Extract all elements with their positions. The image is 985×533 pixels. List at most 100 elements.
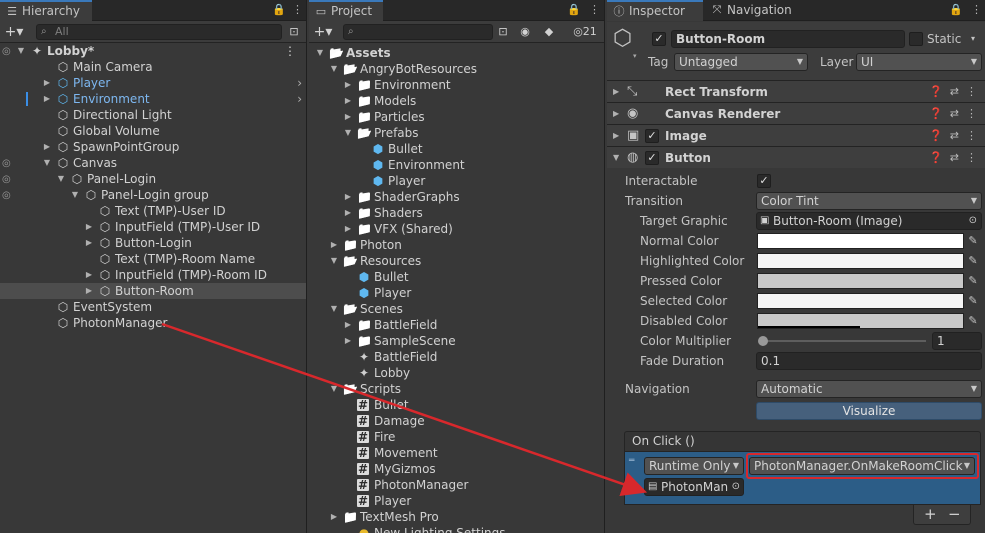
color-multiplier-field[interactable]: 1 (932, 332, 982, 350)
hierarchy-item[interactable]: ▼ ⬡ Panel-Login (0, 171, 306, 187)
collapsed-arrow-icon[interactable]: ▶ (343, 109, 353, 125)
collapsed-arrow-icon[interactable]: ▶ (343, 93, 353, 109)
hierarchy-item[interactable]: ▼ ⬡ Panel-Login group (0, 187, 306, 203)
hierarchy-item[interactable]: ⬡ Global Volume (0, 123, 306, 139)
expanded-arrow-icon[interactable]: ▼ (315, 45, 325, 61)
project-item[interactable]: ▶ 📁 BattleField (309, 317, 604, 333)
component-controls[interactable]: ❓ ⇄ ⋮ (929, 103, 977, 125)
visibility-icon[interactable]: ◎ (2, 45, 11, 59)
collapsed-arrow-icon[interactable]: ▶ (343, 205, 353, 221)
eyedropper-icon[interactable]: ✎ (965, 273, 981, 289)
expanded-arrow-icon[interactable]: ▼ (16, 43, 26, 59)
project-item[interactable]: # Movement (309, 445, 604, 461)
icon-dropdown-icon[interactable]: ▾ (633, 52, 637, 60)
tag-dropdown[interactable]: Untagged ▼ (674, 53, 808, 71)
expanded-arrow-icon[interactable]: ▼ (329, 253, 339, 269)
collapsed-arrow-icon[interactable]: ▶ (329, 509, 339, 525)
create-plus-button[interactable]: +▾ (2, 23, 26, 41)
project-item[interactable]: ✦ Lobby (309, 365, 604, 381)
expanded-arrow-icon[interactable]: ▼ (70, 187, 80, 203)
project-item[interactable]: # Player (309, 493, 604, 509)
collapsed-arrow-icon[interactable]: ▶ (84, 267, 94, 283)
visibility-icon[interactable]: ◎ (2, 189, 11, 203)
project-item[interactable]: ▼ 📂 Scripts (309, 381, 604, 397)
target-object-field[interactable]: ▤ PhotonMan ⊙ (644, 478, 744, 496)
drag-handle-icon[interactable]: ═ (629, 456, 634, 466)
project-item[interactable]: ▶ 📁 TextMesh Pro (309, 509, 604, 525)
collapsed-arrow-icon[interactable]: ▶ (343, 189, 353, 205)
component-button[interactable]: ▼ ◍ ✓ Button ❓ ⇄ ⋮ (607, 146, 985, 168)
project-item[interactable]: ✦ BattleField (309, 349, 604, 365)
component-canvas-renderer[interactable]: ▶ ◉ Canvas Renderer ❓ ⇄ ⋮ (607, 102, 985, 124)
project-item[interactable]: ▶ 📁 Shaders (309, 205, 604, 221)
tab-hierarchy[interactable]: ☰ Hierarchy (0, 0, 92, 21)
component-rect-transform[interactable]: ▶ ⤡ Rect Transform ❓ ⇄ ⋮ (607, 80, 985, 102)
hierarchy-item[interactable]: ▶ ⬡ SpawnPointGroup (0, 139, 306, 155)
object-picker-icon[interactable]: ⊙ (969, 213, 977, 229)
hierarchy-item[interactable]: ▶ ⬡ Environment › (0, 91, 306, 107)
collapse-arrow-icon[interactable]: ▼ (613, 147, 619, 169)
more-menu-icon[interactable]: ⋮ (292, 3, 303, 17)
expand-arrow-icon[interactable]: ▶ (613, 81, 619, 103)
hierarchy-item[interactable]: ⬡ EventSystem (0, 299, 306, 315)
project-item[interactable]: ▶ 📁 Models (309, 93, 604, 109)
collapsed-arrow-icon[interactable]: ▶ (84, 219, 94, 235)
project-item[interactable]: ⬢ Environment (309, 157, 604, 173)
hierarchy-item[interactable]: ⬡ Directional Light (0, 107, 306, 123)
onclick-event-row[interactable]: ═ Runtime Only ▼ PhotonManager.OnMakeRoo… (624, 451, 981, 505)
project-item[interactable]: ▶ 📁 VFX (Shared) (309, 221, 604, 237)
pressed-color-swatch[interactable] (757, 273, 964, 289)
collapsed-arrow-icon[interactable]: ▶ (343, 221, 353, 237)
hierarchy-search-input[interactable]: ⌕ All (36, 24, 282, 40)
expanded-arrow-icon[interactable]: ▼ (329, 61, 339, 77)
hierarchy-item[interactable]: ▼ ✦ Lobby* ⋮ (0, 43, 306, 59)
hierarchy-item[interactable]: ⬡ Main Camera (0, 59, 306, 75)
remove-event-button[interactable]: − (948, 505, 961, 523)
tab-project[interactable]: ▭ Project (309, 0, 383, 21)
project-item[interactable]: ● New Lighting Settings (309, 525, 604, 533)
eyedropper-icon[interactable]: ✎ (965, 253, 981, 269)
hierarchy-item[interactable]: ▶ ⬡ InputField (TMP)-Room ID (0, 267, 306, 283)
project-item[interactable]: ▶ 📁 Environment (309, 77, 604, 93)
project-item[interactable]: ▶ 📁 Particles (309, 109, 604, 125)
active-checkbox[interactable]: ✓ (652, 32, 666, 46)
component-image[interactable]: ▶ ▣ ✓ Image ❓ ⇄ ⋮ (607, 124, 985, 146)
open-prefab-chevron-icon[interactable]: › (297, 75, 302, 91)
project-search-input[interactable]: ⌕ (343, 24, 493, 40)
collapsed-arrow-icon[interactable]: ▶ (343, 77, 353, 93)
target-graphic-field[interactable]: ▣ Button-Room (Image) ⊙ (756, 212, 982, 230)
fade-duration-field[interactable]: 0.1 (756, 352, 982, 370)
project-item[interactable]: # PhotonManager (309, 477, 604, 493)
visibility-icon[interactable]: ◎ (2, 173, 11, 187)
visualize-button[interactable]: Visualize (756, 402, 982, 420)
expanded-arrow-icon[interactable]: ▼ (329, 381, 339, 397)
button-enabled-checkbox[interactable]: ✓ (645, 151, 659, 165)
project-item[interactable]: ▶ 📁 SampleScene (309, 333, 604, 349)
project-item[interactable]: ▼ 📂 Assets (309, 45, 604, 61)
lock-icon[interactable]: 🔒 (949, 3, 963, 17)
project-item[interactable]: ⬢ Player (309, 285, 604, 301)
eyedropper-icon[interactable]: ✎ (965, 293, 981, 309)
collapsed-arrow-icon[interactable]: ▶ (343, 333, 353, 349)
expanded-arrow-icon[interactable]: ▼ (329, 301, 339, 317)
runtime-mode-dropdown[interactable]: Runtime Only ▼ (644, 457, 744, 475)
collapsed-arrow-icon[interactable]: ▶ (84, 235, 94, 251)
expand-arrow-icon[interactable]: ▶ (613, 125, 619, 147)
expanded-arrow-icon[interactable]: ▼ (42, 155, 52, 171)
hierarchy-item[interactable]: ⬡ Text (TMP)-User ID (0, 203, 306, 219)
project-item[interactable]: # Fire (309, 429, 604, 445)
static-dropdown-icon[interactable]: ▾ (971, 30, 975, 48)
open-prefab-chevron-icon[interactable]: › (297, 91, 302, 107)
tab-inspector[interactable]: ⓘ Inspector (607, 0, 703, 21)
slider-handle[interactable] (758, 336, 768, 346)
color-multiplier-slider[interactable] (758, 336, 926, 346)
hierarchy-item[interactable]: ▶ ⬡ Button-Room (0, 283, 306, 299)
filter-by-label-icon[interactable]: ◆ (541, 23, 557, 41)
hierarchy-item[interactable]: ▶ ⬡ InputField (TMP)-User ID (0, 219, 306, 235)
component-controls[interactable]: ❓ ⇄ ⋮ (929, 125, 977, 147)
eyedropper-icon[interactable]: ✎ (965, 313, 981, 329)
project-item[interactable]: ▼ 📂 Scenes (309, 301, 604, 317)
collapsed-arrow-icon[interactable]: ▶ (84, 283, 94, 299)
project-item[interactable]: ▼ 📂 Resources (309, 253, 604, 269)
lock-icon[interactable]: 🔒 (272, 3, 286, 17)
